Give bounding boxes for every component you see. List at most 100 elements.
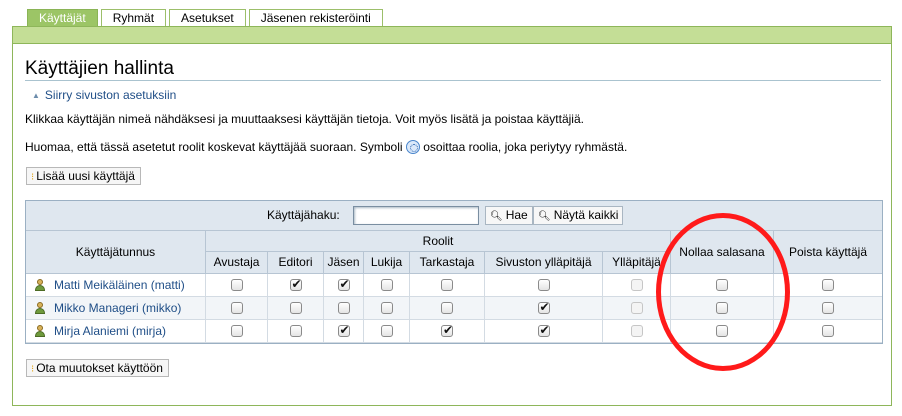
role-checkbox-editor[interactable] <box>289 302 302 314</box>
delete-user-checkbox[interactable] <box>822 325 834 337</box>
apply-button-label: Ota muutokset käyttöön <box>36 361 163 375</box>
username-cell: Mirja Alaniemi (mirja) <box>26 320 206 342</box>
role-checkbox-member[interactable] <box>337 277 350 291</box>
role-checkbox-reader[interactable] <box>380 302 393 314</box>
search-row: Käyttäjähaku: 🔍︎ Hae 🔍︎ Näytä kaikki <box>26 201 882 231</box>
title-divider <box>25 80 881 81</box>
checkbox-cell <box>774 297 882 319</box>
reset-password-checkbox[interactable] <box>716 279 728 291</box>
role-header-admin: Ylläpitäjä <box>603 252 671 274</box>
tab-settings[interactable]: Asetukset <box>169 9 246 26</box>
tab-groups[interactable]: Ryhmät <box>100 9 167 26</box>
user-icon <box>34 302 46 314</box>
delete-user-checkbox[interactable] <box>822 302 834 314</box>
checkbox-cell <box>268 320 324 342</box>
inherited-role-icon <box>405 140 420 154</box>
role-checkbox-editor[interactable] <box>289 325 302 337</box>
username-cell: Matti Meikäläinen (matti) <box>26 274 206 296</box>
checkbox-cell <box>268 297 324 319</box>
user-link[interactable]: Matti Meikäläinen (matti) <box>54 278 185 292</box>
checkbox-cell <box>671 297 774 319</box>
user-icon <box>34 325 46 337</box>
checkbox-cell <box>268 274 324 296</box>
search-icon: 🔍︎ <box>538 211 551 222</box>
username-cell: Mikko Manageri (mikko) <box>26 297 206 319</box>
role-checkbox-site-admin[interactable] <box>537 323 550 337</box>
show-all-button-label: Näytä kaikki <box>553 208 619 222</box>
user-icon <box>34 279 46 291</box>
role-checkbox-site-admin[interactable] <box>537 300 550 314</box>
show-all-button[interactable]: 🔍︎ Näytä kaikki <box>533 206 624 225</box>
page-title: Käyttäjien hallinta <box>25 58 174 79</box>
table-row: Mirja Alaniemi (mirja) <box>26 320 882 343</box>
arrow-up-icon: ▲ <box>32 91 40 100</box>
table-row: Mikko Manageri (mikko) <box>26 297 882 320</box>
username-column-header: Käyttäjätunnus <box>26 231 206 274</box>
apply-changes-button[interactable]: ⁝ Ota muutokset käyttöön <box>26 359 169 377</box>
checkbox-cell <box>364 297 410 319</box>
checkbox-cell <box>410 274 485 296</box>
role-checkbox-member[interactable] <box>337 302 350 314</box>
tab-member-registration[interactable]: Jäsenen rekisteröinti <box>248 9 383 26</box>
reset-password-checkbox[interactable] <box>716 302 728 314</box>
tab-strip <box>12 26 892 44</box>
role-checkbox-reader[interactable] <box>380 325 393 337</box>
intro-text: Klikkaa käyttäjän nimeä nähdäksesi ja mu… <box>25 112 584 126</box>
checkbox-cell <box>206 297 268 319</box>
checkbox-cell <box>206 320 268 342</box>
checkbox-cell <box>410 320 485 342</box>
reset-password-checkbox[interactable] <box>716 325 728 337</box>
role-header-contributor: Avustaja <box>206 252 268 274</box>
role-checkbox-contributor[interactable] <box>230 325 243 337</box>
role-checkbox-reviewer[interactable] <box>441 323 453 337</box>
checkbox-cell <box>671 274 774 296</box>
role-checkbox-reviewer[interactable] <box>441 279 453 291</box>
checkbox-cell <box>603 274 671 296</box>
role-checkbox-contributor[interactable] <box>230 302 243 314</box>
search-input[interactable] <box>353 206 479 225</box>
roles-header: Roolit <box>206 231 671 252</box>
checkbox-cell <box>774 320 882 342</box>
site-settings-link-label: Siirry sivuston asetuksiin <box>44 88 177 102</box>
reset-password-header: Nollaa salasana <box>671 231 774 274</box>
tab-bar: Käyttäjät Ryhmät Asetukset Jäsenen rekis… <box>27 9 383 26</box>
checkbox-cell <box>364 320 410 342</box>
delete-user-checkbox[interactable] <box>822 279 834 291</box>
add-user-button-label: Lisää uusi käyttäjä <box>36 169 135 183</box>
search-icon: 🔍︎ <box>490 211 503 222</box>
add-user-button[interactable]: ⁝ Lisää uusi käyttäjä <box>26 167 141 185</box>
site-settings-link[interactable]: ▲ Siirry sivuston asetuksiin <box>32 88 176 102</box>
role-checkbox-admin <box>630 279 643 291</box>
role-header-site-admin: Sivuston ylläpitäjä <box>485 252 603 274</box>
role-header-editor: Editori <box>268 252 324 274</box>
checkbox-cell <box>324 320 364 342</box>
role-checkbox-reader[interactable] <box>380 279 393 291</box>
role-checkbox-admin <box>630 325 643 337</box>
role-checkbox-reviewer[interactable] <box>441 302 453 314</box>
tab-users[interactable]: Käyttäjät <box>27 9 98 26</box>
inheritance-note: Huomaa, että tässä asetetut roolit koske… <box>25 140 627 154</box>
apply-icon: ⁝ <box>31 364 35 375</box>
checkbox-cell <box>603 297 671 319</box>
checkbox-cell <box>671 320 774 342</box>
user-link[interactable]: Mirja Alaniemi (mirja) <box>54 324 166 338</box>
checkbox-cell <box>324 297 364 319</box>
delete-user-header: Poista käyttäjä <box>774 231 882 274</box>
checkbox-cell <box>603 320 671 342</box>
search-button[interactable]: 🔍︎ Hae <box>485 206 533 225</box>
checkbox-cell <box>206 274 268 296</box>
search-label: Käyttäjähaku: <box>267 208 340 222</box>
checkbox-cell <box>485 297 603 319</box>
role-checkbox-contributor[interactable] <box>230 279 243 291</box>
note-text-after: osoittaa roolia, joka periytyy ryhmästä. <box>423 140 628 154</box>
checkbox-cell <box>364 274 410 296</box>
role-header-member: Jäsen <box>324 252 364 274</box>
role-checkbox-site-admin[interactable] <box>537 279 550 291</box>
content-panel: Käyttäjien hallinta ▲ Siirry sivuston ase… <box>12 44 892 406</box>
role-header-reader: Lukija <box>364 252 410 274</box>
role-checkbox-member[interactable] <box>337 323 350 337</box>
role-checkbox-admin <box>630 302 643 314</box>
role-checkbox-editor[interactable] <box>289 277 302 291</box>
checkbox-cell <box>485 320 603 342</box>
user-link[interactable]: Mikko Manageri (mikko) <box>54 301 181 315</box>
